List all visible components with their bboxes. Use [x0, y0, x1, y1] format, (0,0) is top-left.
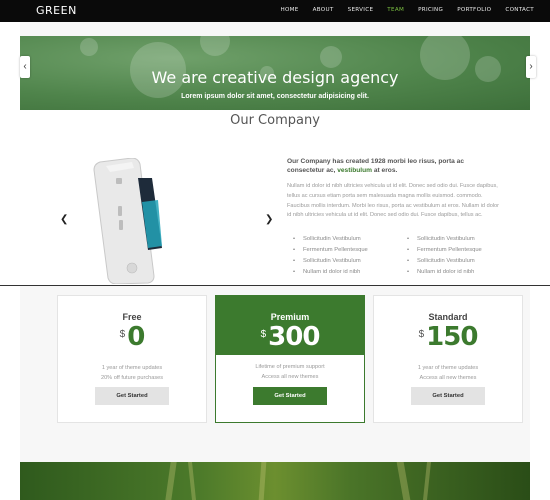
plan-name: Premium [270, 312, 310, 322]
hero-subtitle: Lorem ipsum dolor sit amet, consectetur … [181, 93, 369, 100]
bottom-image-banner [20, 462, 530, 500]
list-item: Fermentum Pellentesque [291, 245, 391, 256]
list-item: Nullam id dolor id nibh [291, 267, 391, 278]
nav-contact[interactable]: CONTACT [505, 7, 534, 13]
list-item: Sollicitudin Vestibulum [405, 234, 505, 245]
bokeh-light [200, 36, 230, 56]
hero-next-button[interactable]: › [526, 56, 536, 78]
bokeh-light [80, 38, 98, 56]
lead-text-end: at eros. [372, 167, 398, 174]
company-lead-text: Our Company has created 1928 morbi leo r… [287, 157, 502, 175]
bokeh-light [320, 46, 342, 68]
list-item: Sollicitudin Vestibulum [291, 234, 391, 245]
nav-team[interactable]: TEAM [387, 7, 404, 13]
nav-home[interactable]: HOME [280, 7, 298, 13]
company-body-text: Nullam id dolor id nibh ultricies vehicu… [287, 183, 500, 219]
grass-blade [423, 462, 431, 500]
plan-name: Standard [428, 312, 468, 322]
currency-symbol: $ [260, 329, 267, 340]
hero-prev-button[interactable]: ‹ [20, 56, 30, 78]
grass-blade [396, 462, 411, 500]
plan-feature: Access all new themes [261, 374, 319, 380]
site-logo[interactable]: GREEN [36, 4, 77, 17]
nav-portfolio[interactable]: PORTFOLIO [457, 7, 491, 13]
price-value: 300 [268, 322, 320, 352]
carousel-next-button[interactable]: ❯ [265, 214, 273, 225]
top-navbar: GREEN HOME ABOUT SERVICE TEAM PRICING PO… [0, 0, 550, 22]
grass-blade [165, 462, 177, 500]
price-value: 0 [127, 322, 145, 352]
main-menu: HOME ABOUT SERVICE TEAM PRICING PORTFOLI… [266, 7, 534, 13]
chevron-right-icon: › [529, 61, 533, 72]
pricing-card-free: Free $0 1 year of theme updates 20% off … [57, 295, 207, 423]
pricing-card-premium: Premium $300 Lifetime of premium support… [215, 295, 365, 423]
grass-blade [188, 462, 196, 500]
list-item: Nullam id dolor id nibh [405, 267, 505, 278]
carousel-prev-button[interactable]: ❮ [60, 214, 68, 225]
currency-symbol: $ [119, 329, 126, 340]
chevron-right-icon: ❯ [265, 214, 274, 225]
company-section: Our Company ❮ ❯ Our Company has created … [20, 110, 530, 285]
grass-blade [258, 462, 267, 500]
plan-feature: Access all new themes [419, 375, 477, 381]
feature-list-left: Sollicitudin Vestibulum Fermentum Pellen… [291, 234, 391, 278]
chevron-left-icon: ❮ [60, 214, 69, 225]
plan-price: $0 [58, 322, 206, 352]
get-started-button[interactable]: Get Started [253, 387, 327, 405]
chevron-left-icon: ‹ [23, 61, 27, 72]
list-item: Sollicitudin Vestibulum [291, 256, 391, 267]
hero-title: We are creative design agency [151, 68, 399, 87]
currency-symbol: $ [418, 329, 425, 340]
pricing-section: Free $0 1 year of theme updates 20% off … [20, 286, 530, 462]
plan-name: Free [122, 312, 142, 322]
nav-pricing[interactable]: PRICING [418, 7, 443, 13]
phone-image [93, 158, 162, 284]
plan-price: $150 [374, 322, 522, 352]
plan-feature: 20% off future purchases [100, 375, 164, 381]
hero-banner: We are creative design agency Lorem ipsu… [20, 36, 530, 110]
nav-about[interactable]: ABOUT [313, 7, 334, 13]
get-started-button[interactable]: Get Started [411, 387, 485, 405]
plan-price: $300 [216, 322, 364, 352]
plan-feature: Lifetime of premium support [255, 364, 325, 370]
lead-highlight: vestibulum [337, 167, 373, 174]
list-item: Fermentum Pellentesque [405, 245, 505, 256]
feature-list-right: Sollicitudin Vestibulum Fermentum Pellen… [405, 234, 505, 278]
section-heading: Our Company [230, 113, 320, 128]
price-value: 150 [426, 322, 478, 352]
list-item: Sollicitudin Vestibulum [405, 256, 505, 267]
pricing-card-standard: Standard $150 1 year of theme updates Ac… [373, 295, 523, 423]
plan-feature: 1 year of theme updates [101, 365, 163, 371]
get-started-button[interactable]: Get Started [95, 387, 169, 405]
plan-feature: 1 year of theme updates [417, 365, 479, 371]
nav-service[interactable]: SERVICE [348, 7, 374, 13]
